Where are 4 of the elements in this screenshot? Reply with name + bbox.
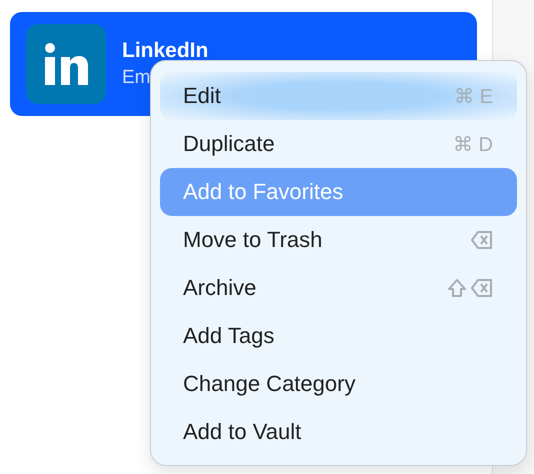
- item-title: LinkedIn: [122, 39, 208, 63]
- shortcut-keys: ⌘ D: [453, 132, 493, 156]
- item-subtitle: Em: [122, 67, 152, 89]
- shortcut-keys: ⌘ E: [454, 84, 493, 108]
